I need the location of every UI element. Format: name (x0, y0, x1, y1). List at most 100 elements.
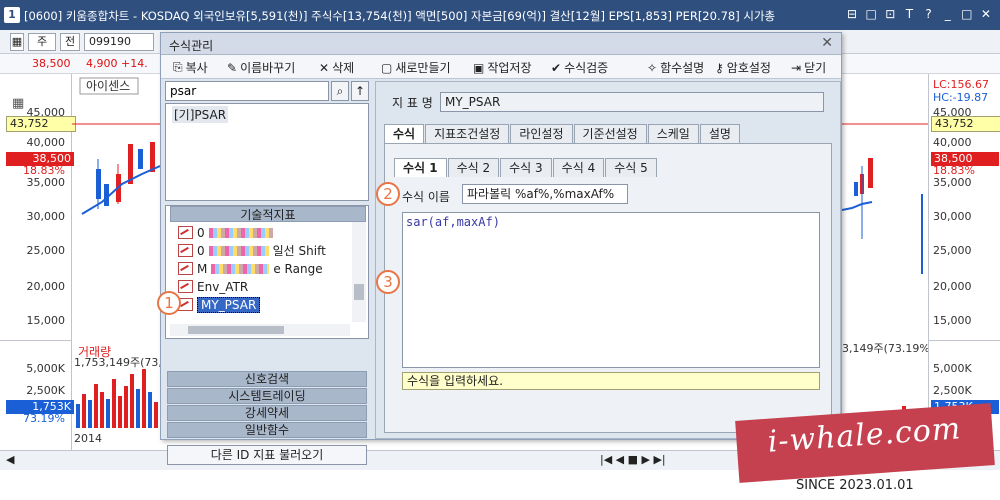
tile-icon[interactable]: ⊡ (882, 5, 898, 23)
save-icon: ▣ (473, 60, 485, 75)
dialog-toolbar: ⎘ 복사 ✎ 이름바꾸기 ✕ 삭제 ▢ 새로만들기 ▣ 작업저장 ✔ 수식검증 ✧ 함수설명 ⚷ 암호설정 ⇥ 닫… (161, 55, 841, 79)
window-number: 1 (4, 7, 20, 23)
tab-baseline[interactable]: 기준선설정 (573, 124, 647, 143)
help-icon[interactable]: ? (921, 5, 937, 23)
result-item-psar[interactable]: [기]PSAR (172, 106, 229, 123)
formula-editor[interactable]: sar(af,maxAf) (402, 212, 820, 368)
subtab-formula-2[interactable]: 수식 2 (447, 158, 500, 177)
step-badge-3: 3 (376, 270, 400, 294)
toolbar-label: 암호설정 (726, 61, 771, 75)
period-select[interactable]: 주 (28, 33, 56, 51)
toolbar-key-button[interactable]: ⚷ 암호설정 (715, 59, 771, 76)
subtab-formula-4[interactable]: 수식 4 (552, 158, 605, 177)
tree-item[interactable]: M e Range (178, 260, 323, 277)
search-result-list[interactable]: [기]PSAR (165, 103, 369, 201)
stock-legend: 아이센스 (86, 79, 130, 93)
formula-edit-panel: 지 표 명 MY_PSAR 수식 지표조건설정 라인설정 기준선설정 스케일 설… (375, 81, 841, 439)
high-highlight-right: 43,752 (931, 116, 1000, 132)
playback-icons[interactable]: |◀ ◀ ■ ▶ ▶| (600, 453, 666, 466)
toolbar-label: 작업저장 (487, 61, 532, 75)
tab-condition[interactable]: 지표조건설정 (425, 124, 510, 143)
new-icon: ▢ (381, 60, 393, 75)
toolbar-save-button[interactable]: ▣ 작업저장 (473, 59, 532, 76)
redacted-text (208, 227, 273, 238)
main-title-bar: 1 [0600] 키움종합차트 - KOSDAQ 외국인보유[5,591(천)]… (0, 0, 1000, 30)
pane-divider (0, 340, 72, 341)
toolbar-copy-button[interactable]: ⎘ 복사 (173, 59, 208, 76)
price-tick: 30,000 (26, 210, 66, 223)
year-label: 2014 (74, 432, 102, 445)
font-icon[interactable]: T (901, 5, 917, 23)
toolbar-wand-button[interactable]: ✧ 함수설명 (647, 59, 704, 76)
grid-icon[interactable]: ▦ (10, 33, 24, 51)
left-price-axis: ▦ 45,000 43,752 40,000 38,500 18.83% 35,… (0, 74, 76, 470)
restore-icon[interactable]: □ (863, 5, 879, 23)
group-strength[interactable]: 강세약세 (167, 405, 367, 421)
right-chart-canvas: 3,149주(73.19%) (842, 123, 928, 428)
step-badge-2: 2 (376, 182, 400, 206)
tree-item[interactable]: 0 (178, 224, 273, 241)
formula-manager-dialog: 수식관리 ✕ ⎘ 복사 ✎ 이름바꾸기 ✕ 삭제 ▢ 새로만들기 ▣ 작업저장 ✔ 수식검증 ✧ 함수설명… (160, 32, 842, 465)
tree-item-my-psar[interactable]: MY_PSAR (178, 296, 261, 313)
tab-formula[interactable]: 수식 (384, 124, 425, 143)
sort-up-icon[interactable]: ↑ (351, 81, 369, 101)
stock-code-input[interactable]: 099190 (84, 33, 154, 51)
toolbar-check-button[interactable]: ✔ 수식검증 (551, 59, 608, 76)
key-icon: ⚷ (715, 60, 724, 75)
layout-icon[interactable]: ⊟ (844, 5, 860, 23)
high-highlight: 43,752 (6, 116, 76, 132)
prev-button[interactable]: 전 (60, 33, 80, 51)
formula-name-field[interactable]: 파라볼릭 %af%,%maxAf% (462, 184, 628, 204)
volume-value: 1,753,149주(73, (74, 356, 160, 369)
dialog-title-bar: 수식관리 ✕ (161, 33, 841, 55)
toolbar-label: 수식검증 (564, 61, 609, 75)
current-price: 38,500 (32, 57, 71, 70)
copy-icon: ⎘ (173, 60, 183, 74)
settings-grid-icon[interactable]: ▦ (12, 96, 24, 111)
toolbar-label: 함수설명 (660, 61, 705, 75)
dialog-close-icon[interactable]: ✕ (821, 35, 833, 51)
close-icon[interactable]: ✕ (978, 5, 994, 23)
volume-tick: 5,000K (933, 362, 972, 375)
volume-tick: 2,500K (26, 384, 65, 397)
selected-indicator[interactable]: MY_PSAR (197, 296, 261, 313)
tree-item[interactable]: 0 일선 Shift (178, 242, 326, 259)
rename-icon: ✎ (227, 60, 238, 75)
toolbar-exit-button[interactable]: ⇥ 닫기 (791, 59, 826, 76)
formula-list-panel: ⌕ ↑ [기]PSAR 기술적지표 0 0 일선 Shift M e Ran (163, 81, 371, 465)
indicator-name-label: 지 표 명 (392, 96, 433, 110)
price-tick: 40,000 (933, 136, 972, 149)
maximize-icon[interactable]: □ (959, 5, 975, 23)
price-tick: 35,000 (933, 176, 972, 189)
left-chart-canvas: 아이센스 거래량 1,753,149주(73, 2014 (72, 77, 160, 445)
subtab-formula-5[interactable]: 수식 5 (605, 158, 657, 177)
toolbar-new-button[interactable]: ▢ 새로만들기 (381, 59, 451, 76)
tab-scale[interactable]: 스케일 (647, 124, 699, 143)
toolbar-delete-button[interactable]: ✕ 삭제 (319, 59, 354, 76)
subtab-formula-3[interactable]: 수식 3 (500, 158, 552, 177)
tab-description[interactable]: 설명 (699, 124, 740, 143)
watermark-since: SINCE 2023.01.01 (796, 478, 914, 493)
tab-line[interactable]: 라인설정 (510, 124, 573, 143)
indicator-icon (178, 262, 193, 275)
formula-search-input[interactable] (165, 81, 329, 101)
tree-horizontal-scrollbar[interactable] (170, 324, 350, 336)
price-tick: 35,000 (26, 176, 66, 189)
subtab-formula-1[interactable]: 수식 1 (394, 158, 447, 177)
tech-indicator-header[interactable]: 기술적지표 (170, 206, 366, 222)
indicator-icon (178, 244, 193, 257)
load-other-id-button[interactable]: 다른 ID 지표 불러오기 (167, 445, 367, 465)
group-signal-search[interactable]: 신호검색 (167, 371, 367, 387)
price-tick: 15,000 (933, 314, 972, 327)
group-general-functions[interactable]: 일반함수 (167, 422, 367, 438)
minimize-icon[interactable]: _ (940, 5, 956, 23)
lc-label: LC:156.67 (933, 78, 990, 91)
indicator-name-field[interactable]: MY_PSAR (440, 92, 824, 112)
toolbar-rename-button[interactable]: ✎ 이름바꾸기 (227, 59, 295, 76)
indicator-tree[interactable]: 기술적지표 0 0 일선 Shift M e Range Env_ATR MY_… (165, 205, 369, 339)
tree-vertical-scrollbar[interactable] (352, 222, 366, 322)
group-system-trading[interactable]: 시스템트레이딩 (167, 388, 367, 404)
scroll-left-icon[interactable]: ◀ (6, 453, 14, 466)
tree-item-env-atr[interactable]: Env_ATR (178, 278, 248, 295)
search-icon[interactable]: ⌕ (331, 81, 349, 101)
